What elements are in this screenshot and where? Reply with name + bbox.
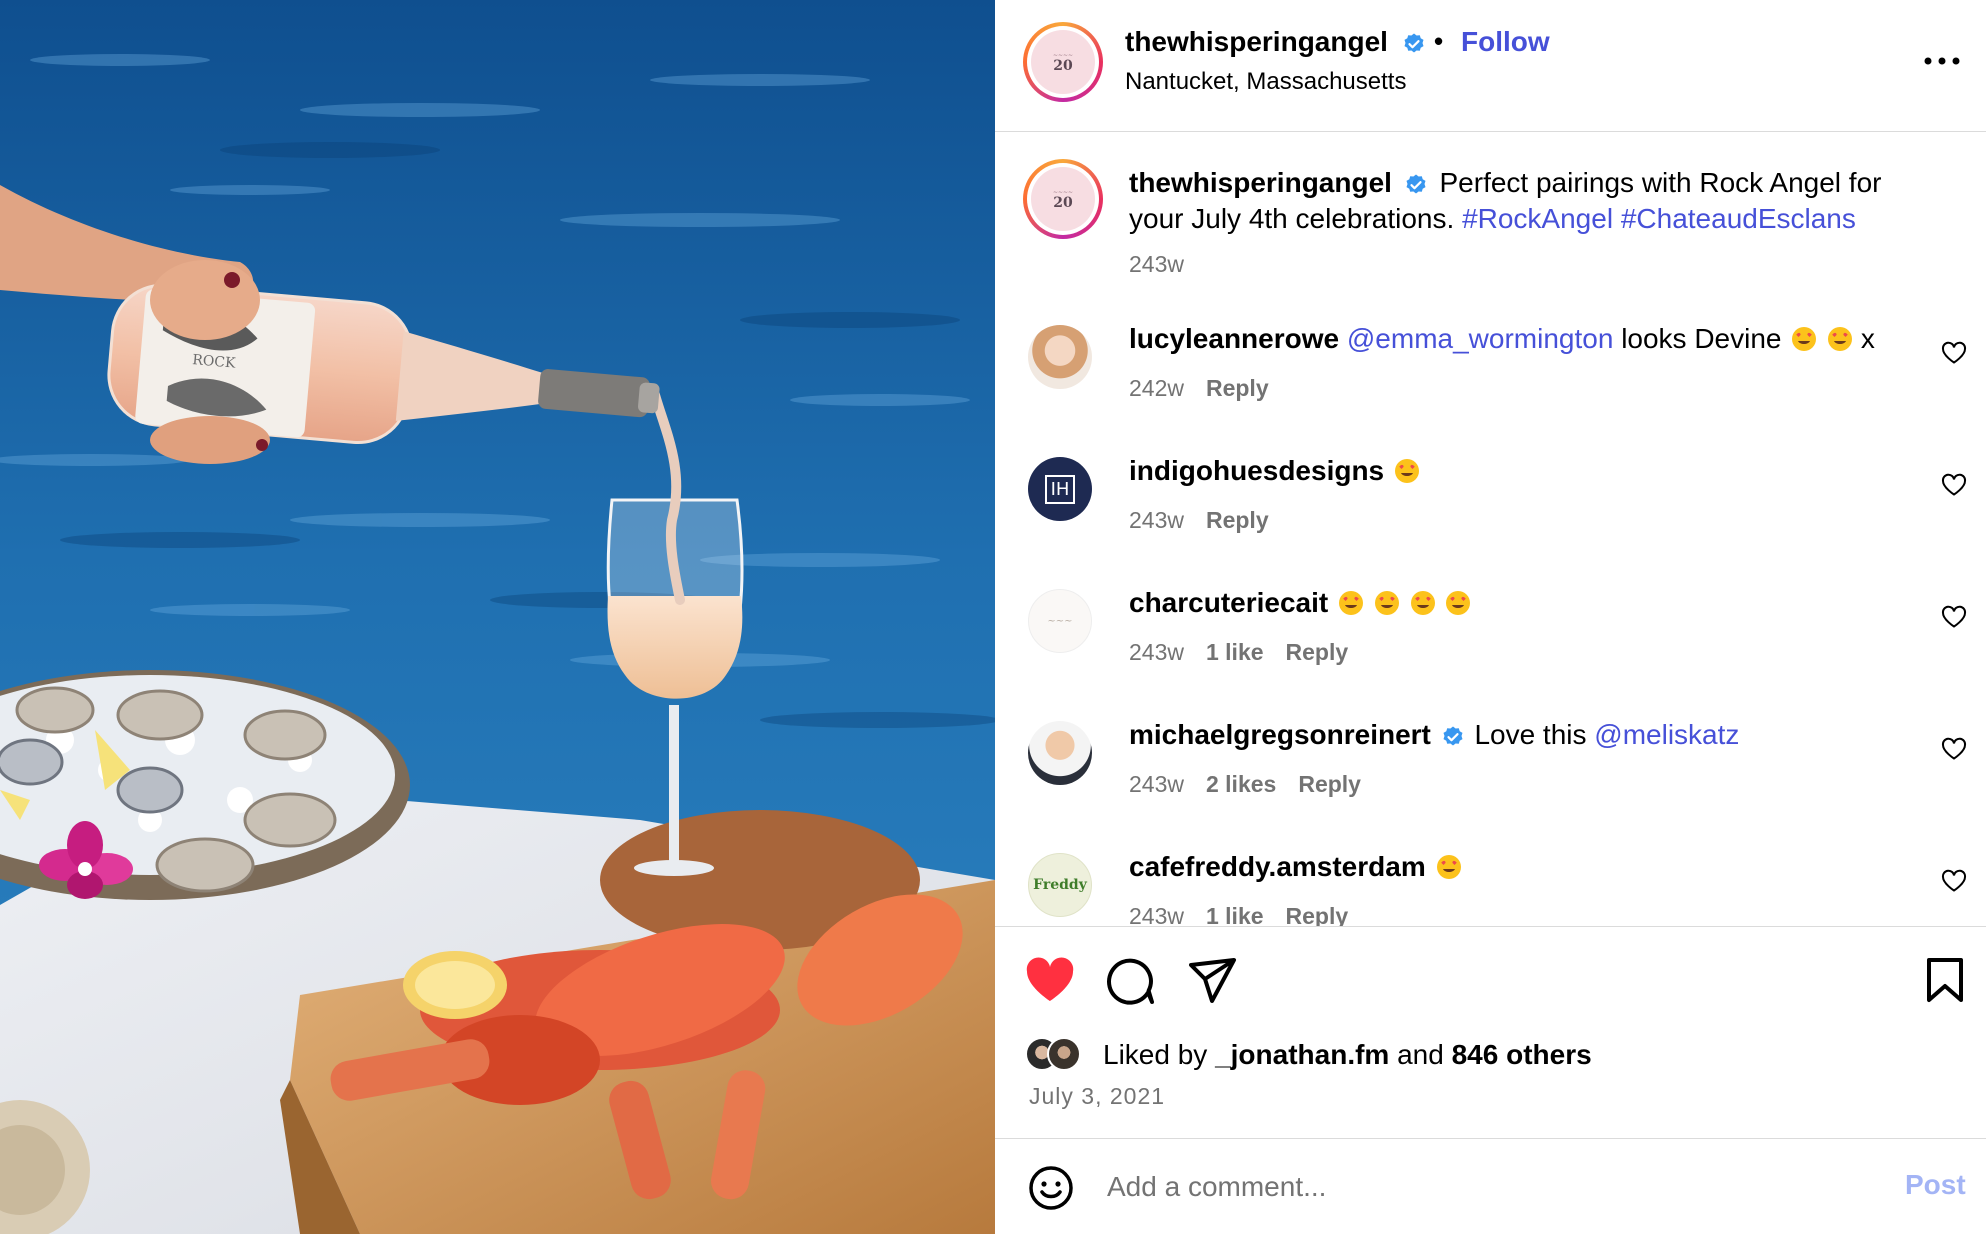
comment-like-heart-icon[interactable]: [1941, 341, 1967, 365]
liked-by-user[interactable]: _jonathan.fm: [1215, 1039, 1389, 1070]
caption-author-avatar[interactable]: ~~~~ 20: [1023, 159, 1103, 239]
comment-bubble-icon[interactable]: [1107, 957, 1155, 1005]
commenter-avatar[interactable]: [1028, 325, 1092, 389]
avatar-script-icon: ~~~: [1047, 615, 1073, 627]
commenter-avatar[interactable]: [1028, 721, 1092, 785]
heart-eyes-emoji-icon: [1336, 587, 1471, 618]
post-photo[interactable]: ROCK: [0, 0, 995, 1234]
hashtag-link[interactable]: #RockAngel: [1462, 203, 1613, 234]
follow-button[interactable]: Follow: [1461, 26, 1550, 58]
comment-meta: 243w 2 likes Reply: [1129, 771, 1361, 798]
comment-body: looks Devine: [1621, 323, 1782, 354]
comment-text: lucyleannerowe @emma_wormington looks De…: [1129, 321, 1875, 357]
post-comment-button[interactable]: Post: [1905, 1169, 1966, 1201]
comment-row: michaelgregsonreinert Love this @meliska…: [995, 719, 1986, 853]
post-image: ROCK: [0, 0, 995, 1234]
reply-button[interactable]: Reply: [1206, 375, 1269, 401]
heart-eyes-emoji-icon: [1789, 323, 1861, 354]
commenter-avatar-text: IH: [1044, 474, 1076, 504]
instagram-post-view: ROCK ~~~~ 20 thewhisperingangel • Follow…: [0, 0, 1986, 1234]
comment-text: indigohuesdesigns: [1129, 453, 1420, 489]
bookmark-save-icon[interactable]: [1925, 957, 1965, 1003]
caption-username[interactable]: thewhisperingangel: [1129, 167, 1392, 198]
comment-row: Freddy cafefreddy.amsterdam 243w 1 like Re…: [995, 851, 1986, 926]
commenter-avatar-text: Freddy: [1033, 877, 1087, 893]
post-location[interactable]: Nantucket, Massachusetts: [1125, 68, 1406, 96]
commenter-username[interactable]: lucyleannerowe: [1129, 323, 1339, 354]
avatar-text: 20: [1053, 57, 1073, 74]
comment-time[interactable]: 243w: [1129, 507, 1184, 533]
share-paper-plane-icon[interactable]: [1188, 957, 1238, 1005]
comment-input[interactable]: [1107, 1161, 1787, 1213]
reply-button[interactable]: Reply: [1286, 903, 1349, 926]
comment-meta: 242w Reply: [1129, 375, 1269, 402]
post-date[interactable]: July 3, 2021: [1029, 1083, 1165, 1110]
verified-badge-icon: [1443, 726, 1463, 746]
comment-likes-count[interactable]: 1 like: [1206, 639, 1264, 665]
avatar-text: 20: [1053, 194, 1073, 211]
comment-meta: 243w 1 like Reply: [1129, 903, 1348, 926]
commenter-username[interactable]: indigohuesdesigns: [1129, 455, 1384, 486]
author-username[interactable]: thewhisperingangel: [1125, 26, 1426, 58]
add-comment-bar: Post: [995, 1138, 1986, 1234]
liked-by-text: Liked by _jonathan.fm and 846 others: [1103, 1039, 1592, 1071]
heart-eyes-emoji-icon: [1392, 455, 1420, 486]
caption-time[interactable]: 243w: [1129, 251, 1184, 278]
commenter-username[interactable]: cafefreddy.amsterdam: [1129, 851, 1426, 882]
comment-time[interactable]: 242w: [1129, 375, 1184, 401]
comment-meta: 243w Reply: [1129, 507, 1269, 534]
commenter-avatar[interactable]: IH: [1028, 457, 1092, 521]
liked-by-others[interactable]: 846 others: [1452, 1039, 1592, 1070]
comment-like-heart-icon[interactable]: [1941, 473, 1967, 497]
reply-button[interactable]: Reply: [1286, 639, 1349, 665]
more-horizontal-icon[interactable]: [1922, 46, 1962, 76]
commenter-avatar[interactable]: Freddy: [1028, 853, 1092, 917]
liked-by-prefix: Liked by: [1103, 1039, 1208, 1070]
header-separator: •: [1434, 26, 1444, 56]
comment-text: cafefreddy.amsterdam: [1129, 849, 1462, 885]
comment-mention[interactable]: @meliskatz: [1594, 719, 1739, 750]
liked-by-and: and: [1397, 1039, 1444, 1070]
comment-likes-count[interactable]: 1 like: [1206, 903, 1264, 926]
emoji-smiley-icon[interactable]: [1028, 1165, 1074, 1211]
post-header: ~~~~ 20 thewhisperingangel • Follow Nant…: [995, 0, 1986, 132]
caption-text: thewhisperingangel Perfect pairings with…: [1129, 165, 1929, 237]
commenter-username[interactable]: michaelgregsonreinert: [1129, 719, 1431, 750]
verified-badge-icon: [1404, 33, 1424, 53]
comment-body: Love this: [1474, 719, 1587, 750]
verified-badge-icon: [1406, 174, 1426, 194]
comment-row: IH indigohuesdesigns 243w Reply: [995, 455, 1986, 589]
like-heart-filled-icon[interactable]: [1025, 957, 1075, 1003]
comment-row: lucyleannerowe @emma_wormington looks De…: [995, 323, 1986, 457]
comment-text: charcuteriecait: [1129, 585, 1471, 621]
hashtag-link[interactable]: #ChateaudEsclans: [1621, 203, 1856, 234]
comment-like-heart-icon[interactable]: [1941, 869, 1967, 893]
reply-button[interactable]: Reply: [1298, 771, 1361, 797]
commenter-avatar[interactable]: ~~~: [1028, 589, 1092, 653]
post-actions: Liked by _jonathan.fm and 846 others Jul…: [995, 926, 1986, 1138]
comment-time[interactable]: 243w: [1129, 771, 1184, 797]
comment-text: michaelgregsonreinert Love this @meliska…: [1129, 717, 1739, 753]
comment-mention[interactable]: @emma_wormington: [1347, 323, 1614, 354]
commenter-username[interactable]: charcuteriecait: [1129, 587, 1328, 618]
comment-likes-count[interactable]: 2 likes: [1206, 771, 1276, 797]
post-details-panel: ~~~~ 20 thewhisperingangel • Follow Nant…: [995, 0, 1986, 1234]
comment-suffix: x: [1860, 323, 1875, 354]
comments-list[interactable]: ~~~~ 20 thewhisperingangel Perfect pairi…: [995, 133, 1986, 926]
comment-like-heart-icon[interactable]: [1941, 737, 1967, 761]
author-avatar[interactable]: ~~~~ 20: [1023, 22, 1103, 102]
reply-button[interactable]: Reply: [1206, 507, 1269, 533]
comment-like-heart-icon[interactable]: [1941, 605, 1967, 629]
comment-time[interactable]: 243w: [1129, 903, 1184, 926]
comment-row: ~~~ charcuteriecait 243w 1 like Reply: [995, 587, 1986, 721]
liker-avatar: [1047, 1037, 1081, 1071]
heart-eyes-emoji-icon: [1434, 851, 1462, 882]
comment-meta: 243w 1 like Reply: [1129, 639, 1348, 666]
comment-time[interactable]: 243w: [1129, 639, 1184, 665]
author-username-text: thewhisperingangel: [1125, 26, 1388, 57]
